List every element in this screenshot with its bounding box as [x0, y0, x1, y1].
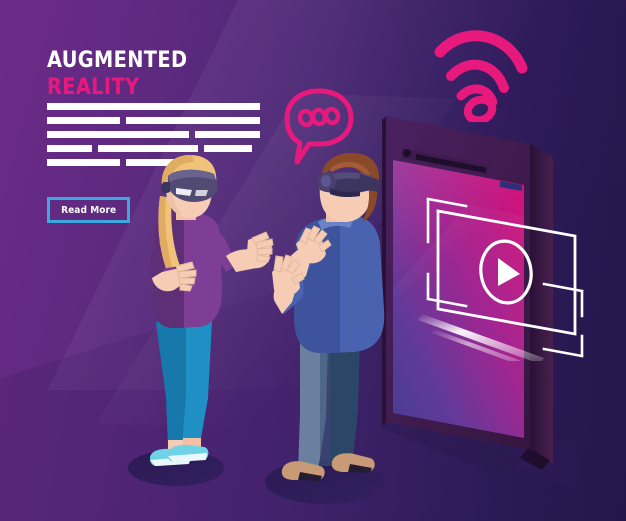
- man-vr-user: [272, 152, 385, 481]
- people-illustration: [0, 0, 626, 521]
- ar-poster: AUGMENTED REALITY Read More: [0, 0, 626, 521]
- woman-vr-user: [150, 154, 274, 466]
